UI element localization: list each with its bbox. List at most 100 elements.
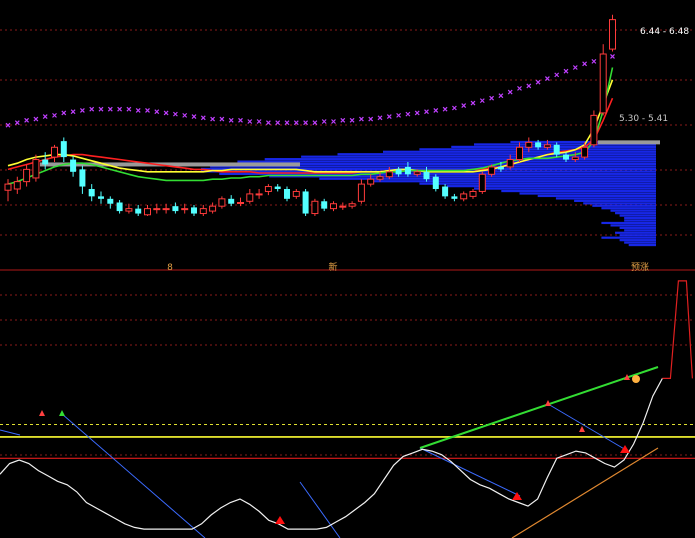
signal-arrow-icon — [579, 426, 585, 432]
candle-body — [237, 202, 244, 204]
candle-body — [116, 202, 123, 212]
sar-point — [368, 116, 374, 122]
sar-point — [265, 120, 271, 126]
orange-trend-line — [511, 447, 659, 538]
volume-profile-bar — [592, 204, 656, 207]
volume-profile-bar — [619, 214, 656, 217]
candle-body — [191, 207, 197, 214]
sar-point — [312, 120, 318, 126]
volume-profile-bar — [501, 189, 656, 193]
sar-point — [572, 65, 578, 70]
volume-profile-bar — [619, 234, 656, 237]
sar-point — [424, 109, 429, 115]
signal-triangle-icon — [620, 445, 630, 453]
candle-body — [432, 176, 439, 189]
signal-triangle-icon — [275, 516, 285, 524]
sar-point — [331, 119, 336, 124]
sar-point — [154, 109, 160, 115]
chart-stage: 6.44 - 6.48 5.30 - 5.41 8 新 预涨 — [0, 0, 695, 538]
candle-body — [311, 200, 319, 215]
candle-body — [330, 203, 337, 210]
stock-chart-svg: 6.44 - 6.48 5.30 - 5.41 8 新 预涨 — [0, 14, 695, 538]
divider-label: 8 — [167, 263, 173, 273]
signal-arrow-icon — [39, 410, 45, 416]
volume-profile-bar — [446, 185, 656, 188]
candle-body — [246, 193, 254, 202]
divider-label: 新 — [328, 261, 337, 273]
candle-body — [284, 189, 290, 199]
sar-point — [470, 100, 476, 106]
sar-point — [52, 112, 57, 118]
candle-body — [385, 171, 393, 178]
candle-body — [478, 173, 486, 192]
sar-point — [479, 98, 485, 104]
candle-body — [255, 193, 263, 196]
candle-body — [51, 146, 58, 158]
candle-body — [423, 171, 430, 180]
sar-point — [386, 114, 392, 120]
candle-body — [292, 190, 300, 197]
candle-body — [516, 146, 523, 161]
candle-body — [413, 171, 421, 175]
sar-point — [79, 108, 85, 113]
sar-point — [442, 106, 448, 112]
volume-profile-bar — [519, 192, 656, 195]
sar-point — [42, 114, 48, 120]
candle-body — [23, 168, 31, 183]
sar-point — [70, 109, 76, 115]
volume-profile-bar — [537, 194, 656, 198]
candle-body — [357, 183, 365, 202]
candle-body — [153, 208, 161, 211]
sar-point — [377, 115, 383, 121]
sar-point — [61, 110, 67, 116]
volume-profile-bar — [337, 153, 656, 156]
sar-point — [358, 116, 364, 122]
sar-point — [303, 120, 309, 126]
sar-point — [284, 120, 290, 126]
volume-profile-bar — [619, 226, 656, 229]
candle-body — [181, 208, 189, 211]
sar-point — [172, 111, 178, 117]
signal-arrow-icon — [59, 410, 65, 416]
candle-body — [125, 208, 133, 212]
price-range-label: 6.44 - 6.48 — [640, 27, 689, 37]
poc-bar-right — [598, 140, 660, 145]
sar-point — [191, 114, 197, 120]
sar-point — [526, 83, 532, 89]
volume-profile-bar — [474, 187, 656, 190]
blue-trend-line — [61, 413, 206, 538]
candle-body — [32, 159, 40, 179]
sar-point — [228, 117, 234, 123]
candle-body — [88, 189, 95, 197]
candle-body — [274, 186, 281, 189]
sar-point — [135, 108, 141, 113]
sar-point — [182, 112, 188, 118]
sar-point — [275, 120, 281, 126]
candle-body — [162, 208, 170, 211]
candle-body — [264, 186, 272, 192]
candle-body — [321, 201, 328, 209]
sar-point — [544, 76, 550, 81]
sar-point — [247, 119, 253, 124]
candle-body — [395, 169, 402, 175]
sar-point — [563, 68, 569, 74]
volume-profile-bar — [574, 199, 656, 202]
sar-point — [163, 110, 169, 116]
candle-body — [367, 178, 375, 185]
candle-body — [488, 166, 496, 175]
volume-profile-bar — [619, 239, 656, 242]
volume-profile-bar — [624, 216, 656, 220]
volume-profile-bar — [601, 236, 656, 239]
candle-body — [70, 159, 77, 172]
candle-body — [563, 154, 569, 160]
candle-body — [79, 169, 86, 187]
candle-body — [442, 186, 449, 197]
candle-body — [199, 208, 207, 215]
candle-body — [144, 208, 151, 216]
volume-profile-bar — [419, 182, 656, 185]
sar-point — [517, 85, 522, 91]
volume-profile-bar — [624, 219, 656, 222]
candle-body — [525, 141, 533, 148]
cursor-hand-icon — [632, 375, 640, 383]
candle-body — [348, 203, 356, 207]
